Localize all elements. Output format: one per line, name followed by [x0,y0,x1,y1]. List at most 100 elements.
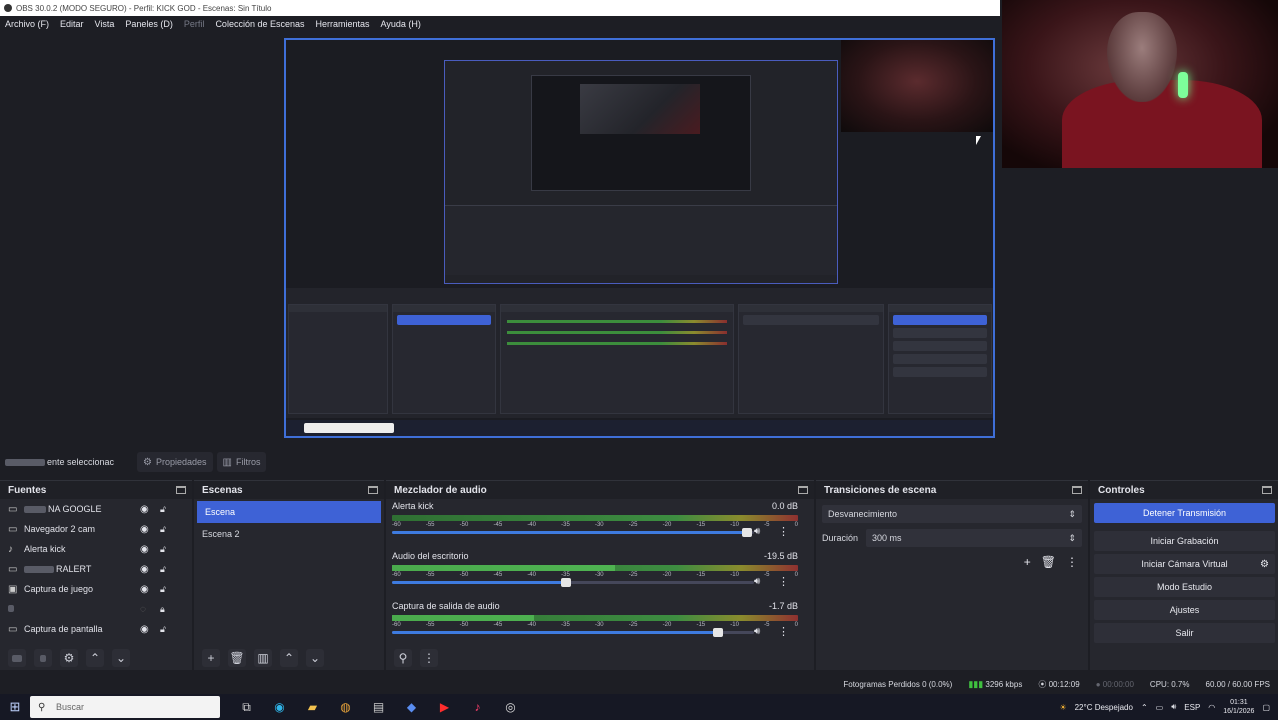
remove-scene-trash-icon[interactable]: 🗑︎ [228,649,246,667]
scene-item-active[interactable]: Escena [197,501,381,523]
channel-menu-icon[interactable]: ⋮ [778,525,789,538]
scene-filters-icon[interactable]: ▥ [254,649,272,667]
menu-ayuda[interactable]: Ayuda (H) [381,19,421,29]
remove-source-button[interactable] [34,649,52,667]
channel-menu-icon[interactable]: ⋮ [778,625,789,638]
unlock-icon[interactable]: 🔓︎ [160,564,166,575]
move-up-icon[interactable]: ⌃ [280,649,298,667]
tray-chevron-icon[interactable]: ⌃ [1141,703,1148,712]
volume-slider-handle[interactable] [741,528,752,537]
window-title-bar[interactable]: OBS 30.0.2 (MODO SEGURO) - Perfil: KICK … [0,0,1000,16]
meter-tick-label: -20 [662,622,672,628]
speaker-icon[interactable]: 🔊︎ [754,576,760,587]
meter-tick-label: -25 [628,572,638,578]
visibility-eye-icon[interactable]: ◉ [140,524,149,535]
add-source-button[interactable] [8,649,26,667]
start-virtual-camera-button[interactable]: Iniciar Cámara Virtual ⚙ [1094,554,1275,574]
properties-button[interactable]: ⚙ Propiedades [137,452,213,472]
speaker-icon[interactable]: 🔊︎ [754,626,760,637]
file-explorer-icon[interactable]: ▰ [296,694,329,720]
studio-mode-button[interactable]: Modo Estudio [1094,577,1275,597]
task-view-icon[interactable]: ⧉ [230,694,263,720]
network-icon[interactable]: ▭ [1156,703,1164,712]
chrome-icon[interactable]: ◍ [329,694,362,720]
menu-coleccion-escenas[interactable]: Colección de Escenas [215,19,304,29]
move-up-icon[interactable]: ⌃ [86,649,104,667]
visibility-eye-icon[interactable]: ◉ [140,584,149,595]
move-down-icon[interactable]: ⌄ [112,649,130,667]
filters-button[interactable]: ▥ Filtros [216,452,267,472]
meter-tick-label: -40 [527,522,536,528]
gear-icon[interactable]: ⚙ [1260,559,1269,570]
move-down-icon[interactable]: ⌄ [306,649,324,667]
visibility-eye-icon[interactable]: ◉ [140,504,149,515]
volume-slider[interactable] [392,628,754,637]
add-transition-plus-icon[interactable]: + [1024,555,1031,569]
source-item[interactable]: ▣ Captura de juego ◉ 🔓︎ [0,579,192,599]
stop-streaming-button[interactable]: Detener Transmisión [1094,503,1275,523]
obs-taskbar-icon[interactable]: ◎ [494,694,527,720]
hidden-eye-icon[interactable]: ◌ [140,604,146,615]
settings-button[interactable]: Ajustes [1094,600,1275,620]
notifications-icon[interactable]: ▢ [1262,703,1270,712]
source-item[interactable]: ▭ RALERT ◉ 🔓︎ [0,559,192,579]
undock-icon[interactable] [176,486,186,494]
language-indicator[interactable]: ESP [1184,703,1200,712]
source-properties-gear-icon[interactable]: ⚙ [60,649,78,667]
source-item[interactable]: ▭ Navegador 2 cam ◉ 🔓︎ [0,519,192,539]
transition-menu-icon[interactable]: ⋮ [1066,555,1078,569]
scene-item[interactable]: Escena 2 [194,523,384,545]
menu-perfil[interactable]: Perfil [184,19,205,29]
volume-slider-handle[interactable] [712,628,723,637]
visibility-eye-icon[interactable]: ◉ [140,564,149,575]
advanced-audio-link-icon[interactable]: ⚲ [394,649,412,667]
menu-archivo[interactable]: Archivo (F) [5,19,49,29]
wifi-icon[interactable]: ◠ [1208,703,1215,712]
transitions-dock: Transiciones de escena Desvanecimiento ⇕ … [816,480,1088,670]
undock-icon[interactable] [368,486,378,494]
unlock-icon[interactable]: 🔓︎ [160,544,166,555]
mixer-menu-icon[interactable]: ⋮ [420,649,438,667]
windows-start-icon[interactable]: ⊞ [0,694,30,720]
taskbar-clock[interactable]: 01:31 16/1/2026 [1223,698,1254,716]
exit-button[interactable]: Salir [1094,623,1275,643]
meter-tick-label: -5 [764,522,770,528]
start-recording-button[interactable]: Iniciar Grabación [1094,531,1275,551]
undock-icon[interactable] [1072,486,1082,494]
tiktok-icon[interactable]: ♪ [461,694,494,720]
taskbar-search-input[interactable]: ⚲ Buscar [30,696,220,718]
volume-slider[interactable] [392,578,754,587]
volume-icon[interactable]: 🔊︎ [1171,702,1176,712]
channel-menu-icon[interactable]: ⋮ [778,575,789,588]
source-item[interactable]: ♪ Alerta kick ◉ 🔓︎ [0,539,192,559]
volume-slider-handle[interactable] [560,578,571,587]
undock-icon[interactable] [798,486,808,494]
source-item[interactable]: ▭ NA GOOGLE ◉ 🔓︎ [0,499,192,519]
lock-icon[interactable]: 🔒︎ [160,604,165,615]
visibility-eye-icon[interactable]: ◉ [140,544,149,555]
webcam-feed [1002,0,1278,168]
menu-herramientas[interactable]: Herramientas [316,19,370,29]
source-item[interactable]: ▭ Captura de pantalla ◉ 🔓︎ [0,619,192,639]
menu-editar[interactable]: Editar [60,19,84,29]
source-item[interactable]: ◌ 🔒︎ [0,599,192,619]
duration-field[interactable]: 300 ms ⇕ [866,529,1082,547]
unlock-icon[interactable]: 🔓︎ [160,504,166,515]
unlock-icon[interactable]: 🔓︎ [160,584,166,595]
undock-icon[interactable] [1262,486,1272,494]
speaker-icon[interactable]: 🔊︎ [754,526,760,537]
youtube-icon[interactable]: ▶ [428,694,461,720]
store-icon[interactable]: ▤ [362,694,395,720]
edge-icon[interactable]: ◉ [263,694,296,720]
visibility-eye-icon[interactable]: ◉ [140,624,149,635]
volume-slider[interactable] [392,528,754,537]
preview-canvas[interactable] [284,38,995,438]
unlock-icon[interactable]: 🔓︎ [160,524,166,535]
unlock-icon[interactable]: 🔓︎ [160,624,166,635]
app-icon[interactable]: ◆ [395,694,428,720]
add-scene-plus-icon[interactable]: + [202,649,220,667]
transition-select[interactable]: Desvanecimiento ⇕ [822,505,1082,523]
remove-transition-trash-icon[interactable]: 🗑︎ [1041,555,1056,569]
menu-vista[interactable]: Vista [95,19,115,29]
menu-paneles[interactable]: Paneles (D) [125,19,173,29]
